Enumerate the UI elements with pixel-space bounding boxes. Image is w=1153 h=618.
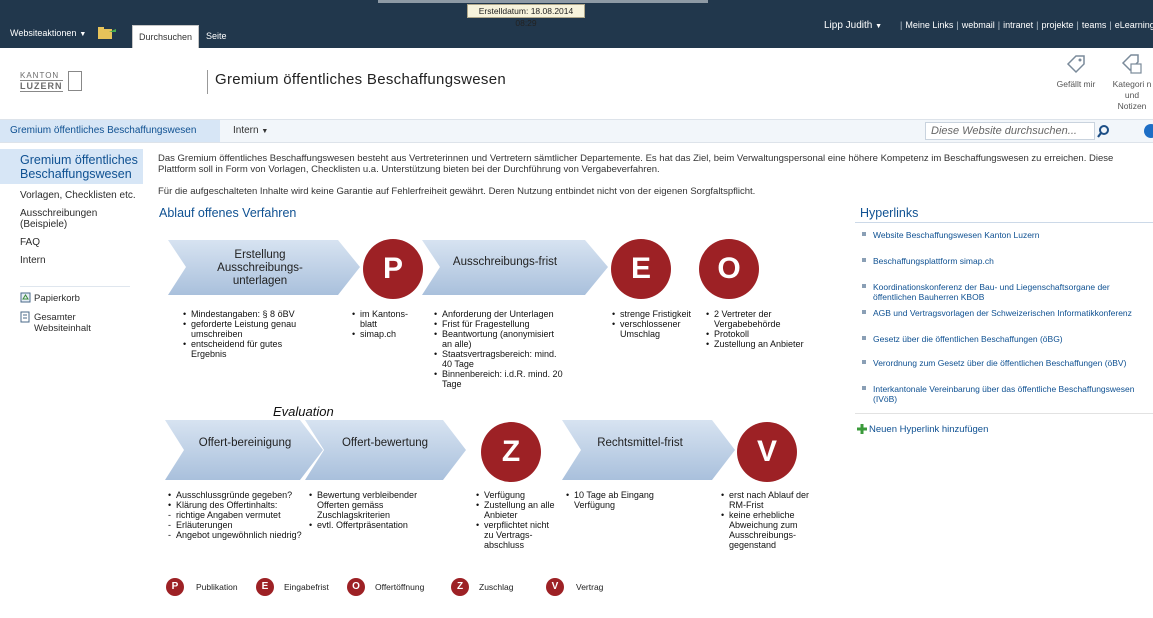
arrow-label-rechtsmittelfrist: Rechtsmittel-frist (597, 437, 683, 449)
circle-o: O (699, 239, 759, 299)
tag-note-icon (1121, 54, 1142, 74)
top-link-projekte[interactable]: projekte (1041, 20, 1073, 30)
circle-v: V (737, 422, 797, 482)
hyperlinks-divider (855, 222, 1153, 223)
hyperlinks-title: Hyperlinks (860, 206, 919, 220)
help-icon[interactable] (1144, 124, 1153, 138)
legend-label-eingabefrist: Eingabefrist (284, 582, 329, 592)
folder-navigate-icon[interactable] (96, 26, 118, 40)
leftnav-home[interactable]: Gremium öffentliches Beschaffungswesen (20, 153, 144, 181)
hyperlinks-bottom-divider (855, 413, 1153, 414)
leftnav-item-intern[interactable]: Intern (20, 255, 46, 266)
legend-label-offertoeffnung: Offertöffnung (375, 582, 425, 592)
hyperlink-item[interactable]: Interkantonale Vereinbarung über das öff… (862, 384, 1147, 404)
all-site-content-link[interactable]: Gesamter Websiteinhalt (34, 312, 124, 334)
intro-text: Das Gremium öffentliches Beschaffungswes… (158, 153, 1114, 175)
like-label: Gefällt mir (1056, 79, 1096, 89)
bullets-rechtsmittelfrist: 10 Tage ab Eingang Verfügung (566, 490, 676, 510)
hyperlink-item[interactable]: AGB und Vertragsvorlagen der Schweizeris… (862, 308, 1147, 318)
search-input[interactable]: Diese Website durchsuchen... (925, 122, 1095, 140)
section-title: Ablauf offenes Verfahren (159, 206, 297, 220)
bullets-vertrag: erst nach Ablauf der RM-Frist keine erhe… (721, 490, 821, 550)
legend-circle-e: E (256, 578, 274, 596)
page-title: Gremium öffentliches Beschaffungswesen (215, 71, 506, 88)
process-arrows-row2 (165, 420, 735, 480)
leftnav-item-ausschreibungen[interactable]: Ausschreibungen (Beispiele) (20, 208, 130, 230)
legend-circle-z: Z (451, 578, 469, 596)
disclaimer-text: Für die aufgeschalteten Inhalte wird kei… (158, 186, 756, 197)
bullets-publikation: im Kantons-blatt simap.ch (352, 309, 414, 339)
nav-home-link[interactable]: Gremium öffentliches Beschaffungswesen (10, 125, 196, 136)
user-name: Lipp Judith (824, 20, 873, 31)
tab-page[interactable]: Seite (200, 25, 233, 48)
creation-date-stamp: Erstelldatum: 18.08.2014 08:29 (467, 4, 585, 28)
circle-e: E (611, 239, 671, 299)
bullets-eingabefrist: strenge Fristigkeit verschlossener Umsch… (612, 309, 692, 339)
add-hyperlink-button[interactable]: Neuen Hyperlink hinzufügen (869, 424, 988, 435)
leftnav-item-faq[interactable]: FAQ (20, 237, 40, 248)
top-link-intranet[interactable]: intranet (1003, 20, 1033, 30)
bullets-ausschreibungsfrist: Anforderung der Unterlagen Frist für Fra… (434, 309, 566, 389)
nav-intern-menu[interactable]: Intern ▼ (233, 125, 268, 136)
legend-circle-v: V (546, 578, 564, 596)
leftnav-divider (20, 286, 130, 287)
hyperlink-item[interactable]: Beschaffungsplattform simap.ch (862, 256, 1147, 266)
bullets-erstellung: Mindestangaben: § 8 öBV geforderte Leist… (183, 309, 308, 359)
legend-label-vertrag: Vertrag (576, 582, 604, 592)
user-menu[interactable]: Lipp Judith ▼ (824, 20, 882, 31)
tags-notes-button[interactable]: Kategori n und Notizen (1110, 52, 1153, 112)
bullets-offertbereinigung: Ausschlussgründe gegeben? Klärung des Of… (168, 490, 313, 540)
hyperlink-item[interactable]: Website Beschaffungswesen Kanton Luzern (862, 230, 1147, 240)
legend-circle-p: P (166, 578, 184, 596)
bullets-zuschlag: Verfügung Zustellung an alle Anbieter ve… (476, 490, 556, 550)
plus-icon (857, 424, 867, 434)
search-icon[interactable] (1094, 122, 1116, 140)
circle-p: P (363, 239, 423, 299)
site-actions-menu[interactable]: Websiteaktionen ▼ (10, 28, 86, 38)
arrow-shape (562, 420, 735, 480)
hyperlink-item[interactable]: Gesetz über die öffentlichen Beschaffung… (862, 334, 1147, 344)
legend-label-publikation: Publikation (196, 582, 238, 592)
ribbon-top-line (378, 0, 708, 3)
legend-label-zuschlag: Zuschlag (479, 582, 514, 592)
bullets-offertoeffnung: 2 Vertreter der Vergabebehörde Protokoll… (706, 309, 804, 349)
chevron-down-icon: ▼ (261, 128, 269, 135)
tags-notes-label: Kategori n und Notizen (1112, 79, 1152, 111)
top-link-my-links[interactable]: Meine Links (905, 20, 953, 30)
top-links: | Meine Links | webmail | intranet | projekte | t… (900, 20, 1153, 30)
top-link-elearning[interactable]: eLearning (1115, 20, 1153, 30)
arrow-label-offertbereinigung: Offert-bereinigung (198, 437, 292, 449)
recycle-bin-icon (20, 292, 31, 303)
legend-circle-o: O (347, 578, 365, 596)
arrow-label-ausschreibungsfrist: Ausschreibungs-frist (452, 256, 558, 268)
kanton-luzern-logo[interactable]: KANTON LUZERN (20, 71, 90, 93)
top-link-webmail[interactable]: webmail (962, 20, 995, 30)
circle-z: Z (481, 422, 541, 482)
arrow-label-offertbewertung: Offert-bewertung (341, 437, 429, 449)
like-button[interactable]: Gefällt mir (1054, 52, 1098, 90)
site-actions-label: Websiteaktionen (10, 28, 77, 38)
title-divider (207, 70, 208, 94)
evaluation-label: Evaluation (273, 404, 334, 419)
arrow-shape (305, 420, 466, 480)
tab-browse[interactable]: Durchsuchen (132, 25, 200, 48)
top-link-teams[interactable]: teams (1082, 20, 1107, 30)
arrow-label-erstellung: Erstellung Ausschreibungs-unterlagen (217, 249, 303, 287)
bullets-offertbewertung: Bewertung verbleibender Offerten gemäss … (309, 490, 439, 530)
chevron-down-icon: ▼ (79, 31, 87, 38)
site-content-icon (20, 311, 30, 323)
leftnav-item-vorlagen[interactable]: Vorlagen, Checklisten etc. (20, 190, 136, 201)
hyperlink-item[interactable]: Koordinationskonferenz der Bau- und Lieg… (862, 282, 1147, 302)
chevron-down-icon: ▼ (875, 23, 883, 30)
hyperlink-item[interactable]: Verordnung zum Gesetz über die öffentlic… (862, 358, 1147, 368)
arrow-shape (165, 420, 323, 480)
recycle-bin-link[interactable]: Papierkorb (34, 293, 80, 304)
thumbs-up-tag-icon (1066, 55, 1085, 74)
